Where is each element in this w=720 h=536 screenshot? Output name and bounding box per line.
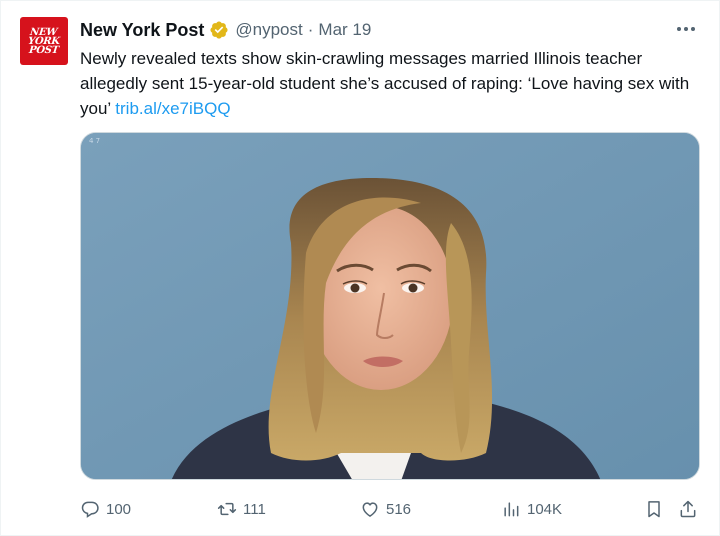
tweet-header: New York Post @nypost · Mar 19 <box>80 19 371 41</box>
more-dot <box>691 27 695 31</box>
tweet-date[interactable]: Mar 19 <box>318 20 371 40</box>
more-dot <box>677 27 681 31</box>
like-count: 516 <box>386 500 412 518</box>
avatar[interactable]: NEW YORK POST <box>20 17 68 65</box>
mugshot-photo-icon: 4 7 <box>81 133 699 479</box>
heart-icon <box>362 502 378 517</box>
tweet-link[interactable]: trib.al/xe7iBQQ <box>115 99 230 118</box>
retweet-count: 111 <box>243 500 266 518</box>
tweet-media-image[interactable]: 4 7 <box>80 132 700 480</box>
views-button[interactable]: 104K <box>501 496 562 522</box>
share-icon <box>680 500 696 518</box>
bookmark-icon <box>648 501 660 518</box>
avatar-logo-line-3: POST <box>28 44 60 56</box>
more-dot <box>684 27 688 31</box>
reply-icon <box>81 501 99 518</box>
reply-count: 100 <box>106 500 132 518</box>
svg-text:4 7: 4 7 <box>89 137 100 145</box>
tweet-text: Newly revealed texts show skin-crawling … <box>80 46 700 121</box>
bookmark-button[interactable] <box>644 496 664 522</box>
more-options-icon[interactable] <box>675 19 697 39</box>
retweet-button[interactable]: 111 <box>217 496 266 522</box>
tweet-card[interactable]: NEW YORK POST New York Post @nypost · Ma… <box>0 0 720 536</box>
reply-button[interactable]: 100 <box>80 496 131 522</box>
views-count: 104K <box>527 500 563 518</box>
header-separator: · <box>307 20 314 39</box>
verified-badge-icon <box>209 20 229 40</box>
share-button[interactable] <box>678 496 698 522</box>
author-handle[interactable]: @nypost <box>235 20 302 40</box>
author-name[interactable]: New York Post <box>80 20 204 41</box>
views-chart-icon <box>504 502 519 517</box>
tweet-actions-bar: 100 111 516 104K <box>80 496 700 522</box>
like-button[interactable]: 516 <box>360 496 411 522</box>
retweet-icon <box>217 502 237 516</box>
